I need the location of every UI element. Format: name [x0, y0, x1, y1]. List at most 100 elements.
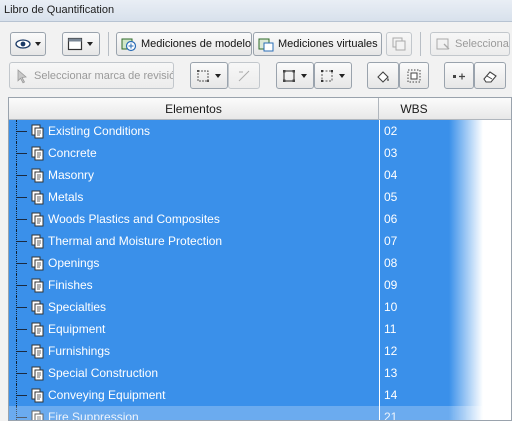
document-folder-icon: [29, 343, 45, 359]
table-row[interactable]: Furnishings 12: [9, 340, 511, 362]
document-folder-icon: [29, 189, 45, 205]
virtual-measurements-label: Mediciones virtuales: [278, 38, 378, 50]
table-row[interactable]: Metals 05: [9, 186, 511, 208]
toolbar-divider: [420, 32, 421, 56]
chevron-down-icon: [339, 73, 345, 78]
tree-connector: [17, 241, 27, 242]
display-button[interactable]: [62, 32, 100, 56]
quantification-tree-table: Elementos WBS Existing Conditions 02 Concr…: [8, 97, 512, 421]
table-row[interactable]: Thermal and Moisture Protection 07: [9, 230, 511, 252]
tree-connector: [17, 197, 27, 198]
tree-connector: [17, 329, 27, 330]
table-row[interactable]: Special Construction 13: [9, 362, 511, 384]
line-icon: [236, 68, 252, 84]
virtual-measure-icon: [258, 36, 274, 52]
element-name: Concrete: [48, 146, 97, 160]
wbs-code: 14: [379, 384, 449, 406]
tree-connector: [17, 307, 27, 308]
document-folder-icon: [29, 123, 45, 139]
area-tool-icon: [281, 68, 297, 84]
document-folder-icon: [29, 277, 45, 293]
tree-connector: [17, 285, 27, 286]
area-tool-button[interactable]: [276, 62, 314, 89]
table-row[interactable]: Fire Suppression 21: [9, 406, 511, 420]
table-row[interactable]: Conveying Equipment 14: [9, 384, 511, 406]
select-revision-mark-button[interactable]: Seleccionar marca de revisión: [9, 62, 174, 89]
model-measurements-button[interactable]: Mediciones de modelo: [116, 32, 252, 56]
virtual-measurements-button[interactable]: Mediciones virtuales: [253, 32, 382, 56]
column-header-elementos[interactable]: Elementos: [9, 98, 379, 120]
select-label: Seleccionar: [455, 38, 510, 50]
wbs-code: 10: [379, 296, 449, 318]
table-row[interactable]: Specialties 10: [9, 296, 511, 318]
model-measurements-label: Mediciones de modelo: [141, 38, 252, 50]
element-name: Woods Plastics and Composites: [48, 212, 220, 226]
select-revision-mark-label: Seleccionar marca de revisión: [34, 69, 174, 82]
polyline-tool-button[interactable]: [314, 62, 352, 89]
element-name: Openings: [48, 256, 100, 270]
select-button[interactable]: Seleccionar: [430, 32, 510, 56]
tree-connector: [17, 351, 27, 352]
tree-connector: [17, 219, 27, 220]
table-row[interactable]: Woods Plastics and Composites 06: [9, 208, 511, 230]
document-folder-icon: [29, 167, 45, 183]
measure-tool-button[interactable]: [444, 62, 474, 89]
copy-icon: [391, 36, 407, 52]
eraser-icon: [482, 68, 498, 84]
wbs-code: 05: [379, 186, 449, 208]
bucket-icon: [375, 68, 391, 84]
tree-connector: [17, 417, 27, 418]
eraser-tool-button[interactable]: [474, 62, 506, 89]
wbs-code: 21: [379, 406, 449, 420]
element-name: Existing Conditions: [48, 124, 151, 138]
table-row[interactable]: Finishes 09: [9, 274, 511, 296]
polyline-icon: [319, 68, 335, 84]
table-row[interactable]: Existing Conditions 02: [9, 120, 511, 142]
document-folder-icon: [29, 233, 45, 249]
wbs-code: 13: [379, 362, 449, 384]
wbs-code: 09: [379, 274, 449, 296]
box-select-button[interactable]: [399, 62, 429, 89]
chevron-down-icon: [301, 73, 307, 78]
chevron-down-icon: [35, 42, 41, 46]
table-row[interactable]: Masonry 04: [9, 164, 511, 186]
element-name: Metals: [48, 190, 84, 204]
document-folder-icon: [29, 255, 45, 271]
chevron-down-icon: [87, 42, 93, 46]
wbs-code: 11: [379, 318, 449, 340]
tree-connector: [17, 131, 27, 132]
document-folder-icon: [29, 409, 45, 420]
table-header: Elementos WBS: [9, 98, 511, 120]
bucket-tool-button[interactable]: [367, 62, 399, 89]
wbs-code: 08: [379, 252, 449, 274]
tree-connector: [17, 373, 27, 374]
element-name: Conveying Equipment: [48, 388, 166, 402]
tree-connector: [17, 153, 27, 154]
table-row[interactable]: Equipment 11: [9, 318, 511, 340]
element-name: Equipment: [48, 322, 106, 336]
toolbar-bottom: Seleccionar marca de revisión: [0, 60, 512, 94]
view-button[interactable]: [10, 32, 46, 56]
draw-area-button[interactable]: [190, 62, 228, 89]
table-row[interactable]: Openings 08: [9, 252, 511, 274]
element-name: Masonry: [48, 168, 95, 182]
draw-line-button[interactable]: [228, 62, 260, 89]
element-name: Specialties: [48, 300, 107, 314]
tree-connector: [17, 395, 27, 396]
element-name: Thermal and Moisture Protection: [48, 234, 223, 248]
tree-connector: [16, 406, 17, 420]
document-folder-icon: [29, 299, 45, 315]
eye-icon: [15, 36, 31, 52]
box-select-icon: [406, 68, 422, 84]
wbs-code: 07: [379, 230, 449, 252]
wbs-code: 04: [379, 164, 449, 186]
toolbar-top: Mediciones de modelo Mediciones virtuale…: [0, 28, 512, 60]
column-header-wbs[interactable]: WBS: [379, 98, 449, 120]
tree-connector: [17, 263, 27, 264]
wbs-code: 02: [379, 120, 449, 142]
copy-button[interactable]: [386, 32, 412, 56]
wbs-code: 03: [379, 142, 449, 164]
model-measure-icon: [121, 36, 137, 52]
table-row[interactable]: Concrete 03: [9, 142, 511, 164]
tree-connector: [17, 175, 27, 176]
